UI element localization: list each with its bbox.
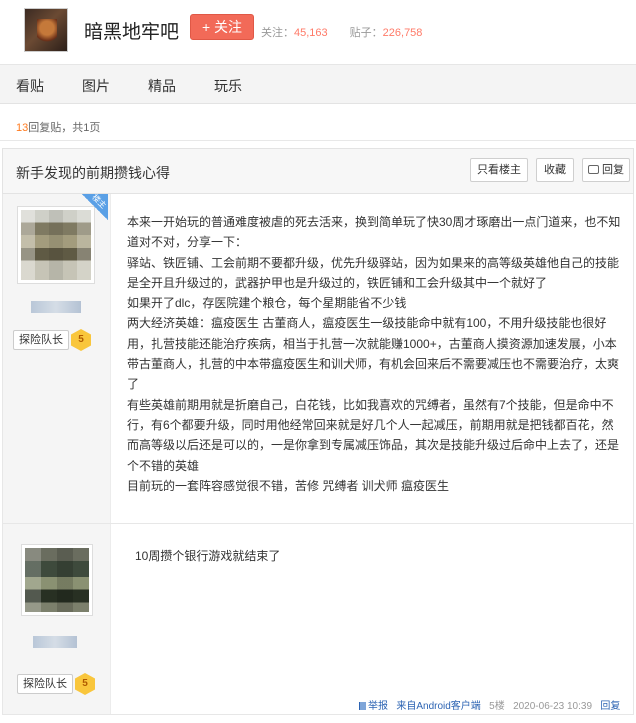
follow-button[interactable]: + 关注 xyxy=(190,14,254,40)
rank-label: 探险队长 xyxy=(17,674,73,694)
avatar[interactable] xyxy=(21,544,93,616)
rank-badge[interactable]: 探险队长 5 xyxy=(13,329,93,351)
forum-nav: 看贴 图片 精品 玩乐 xyxy=(0,64,636,104)
client-link[interactable]: 来自Android客户端 xyxy=(396,701,480,712)
post-line: 两大经济英雄：瘟疫医生 古董商人，瘟疫医生一级技能命中就有100，不用升级技能也… xyxy=(127,316,620,392)
post-footer: 举报 来自Android客户端 5楼 2020-06-23 10:39 回复 xyxy=(359,697,620,712)
report-link[interactable]: 举报 xyxy=(368,701,388,712)
reply-icon xyxy=(588,165,599,174)
post-line: 如果开了dlc，存医院建个粮仓，每个星期能省不少钱 xyxy=(127,296,407,311)
op-badge-label: 楼主 xyxy=(90,192,108,211)
post-reply: 探险队长 5 10周攒个银行游戏就结束了 举报 来自Android客户端 5楼 … xyxy=(2,523,634,715)
report-flag-icon xyxy=(359,702,366,710)
thread-title-bar: 新手发现的前期攒钱心得 只看楼主 收藏 回复 xyxy=(2,148,634,194)
level-badge: 5 xyxy=(71,329,91,351)
reply-count-row: 13回复贴，共1页 xyxy=(0,111,636,141)
forum-name[interactable]: 暗黑地牢吧 xyxy=(84,17,179,44)
reply-button[interactable]: 回复 xyxy=(582,158,630,182)
post-line: 10周攒个银行游戏就结束了 xyxy=(135,549,281,563)
level-badge: 5 xyxy=(75,673,95,695)
forum-stats: 关注：45,163 贴子：226,758 xyxy=(261,24,422,40)
tab-posts[interactable]: 看贴 xyxy=(16,76,44,96)
only-op-button[interactable]: 只看楼主 xyxy=(470,158,528,182)
username-blurred[interactable] xyxy=(31,301,81,313)
post-line: 驿站、铁匠铺、工会前期不要都升级，优先升级驿站，因为如果来的高等级英雄他自己的技… xyxy=(127,255,620,290)
post-op: 探险队长 5 本来一开始玩的普通难度被虐的死去活来，换到简单玩了快30周才琢磨出… xyxy=(2,194,634,523)
thread-title: 新手发现的前期攒钱心得 xyxy=(16,165,170,181)
post-line: 有些英雄前期用就是折磨自己，白花钱，比如我喜欢的咒缚者，虽然有7个技能，但是命中… xyxy=(127,397,620,473)
reply-button-label: 回复 xyxy=(602,164,624,176)
post-line: 本来一开始玩的普通难度被虐的死去活来，换到简单玩了快30周才琢磨出一点门道来，也… xyxy=(127,215,621,250)
posts-count-label: 贴子： xyxy=(349,27,383,39)
tab-featured[interactable]: 精品 xyxy=(148,76,176,96)
op-badge: 楼主 xyxy=(82,192,108,220)
reply-count: 13 xyxy=(16,122,29,134)
post-content: 10周攒个银行游戏就结束了 xyxy=(135,546,631,566)
tab-fun[interactable]: 玩乐 xyxy=(214,76,242,96)
floor-number: 5楼 xyxy=(489,701,505,712)
follow-count: 45,163 xyxy=(294,27,328,39)
rank-label: 探险队长 xyxy=(13,330,69,350)
username-blurred[interactable] xyxy=(33,636,77,648)
forum-logo[interactable] xyxy=(24,8,68,52)
forum-header: 暗黑地牢吧 + 关注 关注：45,163 贴子：226,758 xyxy=(0,0,636,64)
post-content: 本来一开始玩的普通难度被虐的死去活来，换到简单玩了快30周才琢磨出一点门道来，也… xyxy=(127,212,623,496)
tab-images[interactable]: 图片 xyxy=(82,76,110,96)
author-sidebar: 探险队长 5 xyxy=(3,524,111,714)
post-line: 目前玩的一套阵容感觉很不错，苦修 咒缚者 训犬师 瘟疫医生 xyxy=(127,478,450,493)
follow-count-label: 关注： xyxy=(261,27,294,39)
reply-count-suffix: 回复贴，共1页 xyxy=(28,122,101,134)
post-time: 2020-06-23 10:39 xyxy=(513,701,593,712)
posts-count: 226,758 xyxy=(382,27,423,39)
favorite-button[interactable]: 收藏 xyxy=(536,158,574,182)
rank-badge[interactable]: 探险队长 5 xyxy=(17,673,97,695)
author-sidebar: 探险队长 5 xyxy=(3,194,111,523)
reply-link[interactable]: 回复 xyxy=(600,701,620,712)
